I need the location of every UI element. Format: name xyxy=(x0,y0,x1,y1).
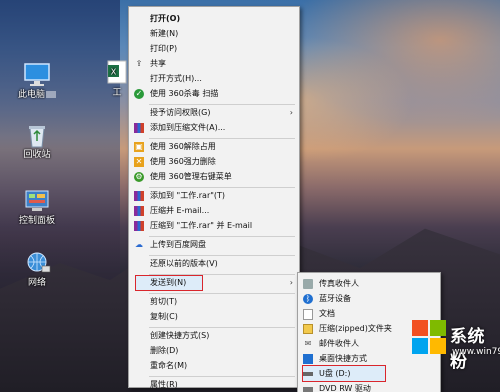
monitor-icon xyxy=(22,62,52,88)
winrar-icon xyxy=(134,221,144,231)
dvd-drive-icon xyxy=(303,387,313,392)
winrar-icon xyxy=(134,206,144,216)
zip-folder-icon xyxy=(303,324,313,334)
watermark-url: www.win7999.com xyxy=(452,347,500,357)
menu-separator xyxy=(149,293,295,294)
menu-item-add-to-rar[interactable]: 添加到 "工作.rar"(T) xyxy=(129,189,299,203)
bluetooth-icon: ᛒ xyxy=(303,294,313,304)
menu-item-send-to[interactable]: 发送到(N) › xyxy=(129,276,299,290)
desktop-icon-this-pc[interactable]: 此电脑 xyxy=(12,62,62,101)
menu-item-properties[interactable]: 属性(R) xyxy=(129,378,299,392)
winrar-icon xyxy=(134,191,144,201)
menu-item-open-with[interactable]: 打开方式(H)... xyxy=(129,72,299,86)
menu-item-rename[interactable]: 重命名(M) xyxy=(129,359,299,373)
recycle-bin-icon xyxy=(22,122,52,148)
fax-icon xyxy=(303,279,313,289)
document-icon xyxy=(303,309,313,320)
menu-item-grant-access[interactable]: 授予访问权限(G) › xyxy=(129,106,299,120)
menu-item-360-manage-menu[interactable]: ⚙ 使用 360管理右键菜单 xyxy=(129,170,299,184)
menu-item-open[interactable]: 打开(O) xyxy=(129,12,299,26)
desktop-icon xyxy=(303,354,313,364)
submenu-arrow-icon: › xyxy=(289,278,293,287)
winrar-icon xyxy=(134,123,144,133)
menu-item-360-force-delete[interactable]: ✕ 使用 360强力删除 xyxy=(129,155,299,169)
mail-icon: ✉ xyxy=(304,339,312,348)
file-context-menu: 打开(O) 新建(N) 打印(P) ⇪ 共享 打开方式(H)... ✓ 使用 3… xyxy=(128,6,300,389)
usb-drive-icon xyxy=(303,372,313,376)
menu-separator xyxy=(149,104,295,105)
menu-item-restore-versions[interactable]: 还原以前的版本(V) xyxy=(129,257,299,271)
svg-text:X: X xyxy=(111,68,117,77)
menu-separator xyxy=(149,376,295,377)
windows-logo-icon xyxy=(412,320,446,354)
menu-item-print[interactable]: 打印(P) xyxy=(129,42,299,56)
menu-item-cut[interactable]: 剪切(T) xyxy=(129,295,299,309)
desktop-background: 此电脑 X 工 回收站 控制面板 网络 打开(O) 新建(N) 打印(P) ⇪ … xyxy=(0,0,500,392)
desktop-icon-control-panel[interactable]: 控制面板 xyxy=(12,188,62,227)
desktop-icon-excel-file[interactable]: X 工 xyxy=(104,60,130,99)
control-panel-icon xyxy=(22,188,52,214)
menu-separator xyxy=(149,187,295,188)
menu-separator xyxy=(149,236,295,237)
menu-item-baidu-upload[interactable]: ☁ 上传到百度网盘 xyxy=(129,238,299,252)
desktop-icon-recycle-bin[interactable]: 回收站 xyxy=(12,122,62,161)
360-unlock-icon: ▣ xyxy=(134,142,144,152)
menu-item-add-to-archive[interactable]: 添加到压缩文件(A)... xyxy=(129,121,299,135)
send-to-documents[interactable]: 文档 xyxy=(298,307,440,321)
menu-item-compress-email[interactable]: 压缩并 E-mail... xyxy=(129,204,299,218)
network-icon xyxy=(22,250,52,276)
send-to-fax[interactable]: 传真收件人 xyxy=(298,277,440,291)
submenu-arrow-icon: › xyxy=(289,108,293,117)
send-to-dvd-rw[interactable]: DVD RW 驱动 xyxy=(298,382,440,392)
send-to-desktop-shortcut[interactable]: 桌面快捷方式 xyxy=(298,352,440,366)
menu-item-delete[interactable]: 删除(D) xyxy=(129,344,299,358)
menu-separator xyxy=(149,327,295,328)
menu-item-new[interactable]: 新建(N) xyxy=(129,27,299,41)
menu-separator xyxy=(149,255,295,256)
menu-item-360-scan[interactable]: ✓ 使用 360杀毒 扫描 xyxy=(129,87,299,101)
send-to-usb-drive[interactable]: U盘 (D:) xyxy=(298,367,440,381)
menu-item-share[interactable]: ⇪ 共享 xyxy=(129,57,299,71)
menu-item-create-shortcut[interactable]: 创建快捷方式(S) xyxy=(129,329,299,343)
desktop-icon-network[interactable]: 网络 xyxy=(12,250,62,289)
360-antivirus-icon: ✓ xyxy=(134,89,144,99)
menu-item-360-unlock[interactable]: ▣ 使用 360解除占用 xyxy=(129,140,299,154)
baidu-cloud-icon: ☁ xyxy=(135,240,143,249)
menu-item-compress-to-rar-email[interactable]: 压缩到 "工作.rar" 并 E-mail xyxy=(129,219,299,233)
360-menu-icon: ⚙ xyxy=(134,172,144,182)
share-icon: ⇪ xyxy=(135,59,143,68)
send-to-bluetooth[interactable]: ᛒ 蓝牙设备 xyxy=(298,292,440,306)
excel-file-icon: X xyxy=(107,60,127,86)
menu-separator xyxy=(149,138,295,139)
360-delete-icon: ✕ xyxy=(134,157,144,167)
menu-item-copy[interactable]: 复制(C) xyxy=(129,310,299,324)
